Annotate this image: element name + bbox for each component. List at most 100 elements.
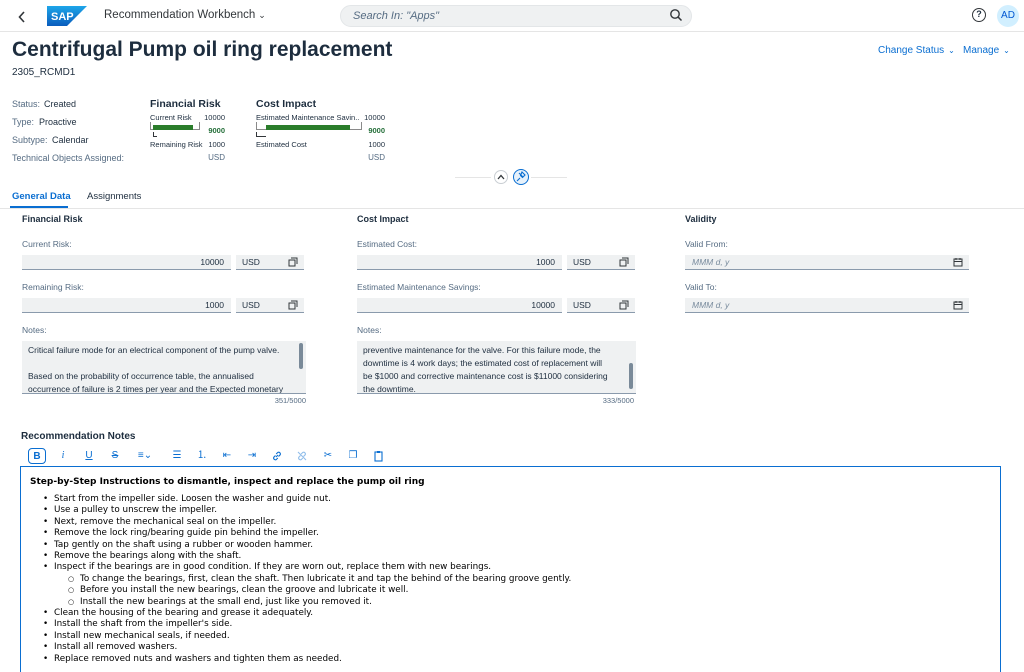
current-risk-field-label: Current Risk: [22, 239, 72, 249]
value-help-icon[interactable] [288, 300, 298, 314]
date-placeholder: MMM d, y [692, 300, 730, 310]
sap-logo: SAP [47, 6, 87, 26]
list-item: To change the bearings, first, clean the… [30, 574, 1000, 586]
value-help-icon[interactable] [619, 257, 629, 271]
status-value: Created [44, 99, 77, 109]
tab-assignments[interactable]: Assignments [87, 191, 141, 202]
manage-label: Manage [963, 45, 1000, 56]
rich-text-editor[interactable]: Step-by-Step Instructions to dismantle, … [20, 466, 1001, 672]
estimated-cost-bar [256, 132, 266, 137]
text-align-icon[interactable]: ≡⌄ [132, 448, 158, 464]
notes-line: be $1000 and corrective maintenance cost… [363, 371, 608, 381]
shell-bar: SAP Recommendation Workbench⌄ ? AD [0, 0, 1024, 32]
current-risk-currency-input[interactable]: USD [236, 255, 304, 270]
validity-section-title: Validity [685, 214, 717, 224]
paste-icon[interactable] [370, 448, 388, 464]
pin-header-button[interactable] [513, 169, 529, 185]
cost-impact-bar-fill [266, 125, 350, 130]
cut-icon[interactable]: ✂ [319, 448, 337, 464]
estimated-savings-max: 10000 [364, 113, 385, 122]
ordered-list-icon[interactable]: ⒈ [193, 448, 211, 464]
avatar[interactable]: AD [997, 5, 1019, 27]
help-icon[interactable]: ? [972, 8, 986, 22]
remaining-risk-bar [153, 132, 157, 137]
notes-line: Critical failure mode for an electrical … [28, 345, 280, 355]
outdent-icon[interactable]: ⇤ [218, 448, 236, 464]
notes-line: Based on the probability of occurrence t… [28, 371, 254, 381]
unlink-icon[interactable] [293, 448, 311, 464]
search-icon[interactable] [669, 8, 683, 25]
back-icon[interactable] [18, 7, 34, 25]
notes-line: downtime is 4 work days; the estimated c… [363, 358, 603, 368]
editor-heading: Step-by-Step Instructions to dismantle, … [30, 477, 425, 487]
value-help-icon[interactable] [288, 257, 298, 271]
manage-button[interactable]: Manage ⌄ [963, 45, 1010, 56]
header-divider-left [455, 177, 491, 178]
financial-currency: USD [208, 153, 225, 162]
current-risk-max: 10000 [204, 113, 225, 122]
search-field[interactable] [340, 5, 692, 27]
list-item: Inspect if the bearings are in good cond… [30, 562, 1000, 574]
list-item: Clean the housing of the bearing and gre… [30, 608, 1000, 620]
calendar-icon[interactable] [953, 300, 963, 314]
estimated-cost-input[interactable]: 1000 [357, 255, 562, 270]
cost-currency: USD [368, 153, 385, 162]
estimated-savings-value: 9000 [368, 126, 385, 135]
current-risk-input[interactable]: 10000 [22, 255, 231, 270]
italic-icon[interactable]: i [54, 448, 72, 464]
type-label: Type: [12, 117, 35, 127]
app-title-menu[interactable]: Recommendation Workbench ⌄ [104, 9, 266, 21]
list-item: Replace removed nuts and washers and tig… [30, 654, 1000, 666]
financial-notes-counter: 351/5000 [274, 396, 306, 405]
cost-impact-section-title: Cost Impact [357, 214, 409, 224]
unordered-list-icon[interactable]: ☰ [168, 448, 186, 464]
savings-currency-input[interactable]: USD [567, 298, 635, 313]
date-placeholder: MMM d, y [692, 257, 730, 267]
bold-icon[interactable]: B [28, 448, 46, 464]
cost-notes-textarea[interactable]: preventive maintenance for the valve. Fo… [357, 341, 636, 394]
strikethrough-icon[interactable]: S [106, 448, 124, 464]
search-input[interactable] [353, 10, 653, 22]
tab-bar: General Data Assignments [0, 187, 1024, 209]
chevron-down-icon: ⌄ [948, 46, 955, 55]
value-help-icon[interactable] [619, 300, 629, 314]
collapse-header-button[interactable] [494, 170, 508, 184]
remaining-risk-input[interactable]: 1000 [22, 298, 231, 313]
pin-icon [516, 171, 526, 182]
currency-value: USD [573, 257, 591, 267]
cost-impact-title: Cost Impact [256, 98, 317, 110]
underline-icon[interactable]: U [80, 448, 98, 464]
currency-value: USD [242, 300, 260, 310]
list-item: Install the new bearings at the small en… [30, 597, 1000, 609]
financial-risk-section-title: Financial Risk [22, 214, 83, 224]
list-item: Tap gently on the shaft using a rubber o… [30, 540, 1000, 552]
valid-from-datepicker[interactable]: MMM d, y [685, 255, 969, 270]
financial-notes-label: Notes: [22, 325, 47, 335]
financial-notes-textarea[interactable]: Critical failure mode for an electrical … [22, 341, 306, 394]
notes-line: preventive maintenance for the valve. Fo… [363, 345, 601, 355]
link-icon[interactable] [268, 448, 286, 464]
valid-to-label: Valid To: [685, 282, 717, 292]
app-title: Recommendation Workbench [104, 9, 256, 21]
header-divider-right [531, 177, 567, 178]
remaining-risk-currency-input[interactable]: USD [236, 298, 304, 313]
change-status-button[interactable]: Change Status ⌄ [878, 45, 955, 56]
calendar-icon[interactable] [953, 257, 963, 271]
estimated-cost-label: Estimated Cost [256, 140, 307, 149]
copy-icon[interactable]: ❐ [344, 448, 362, 464]
notes-scrollbar[interactable] [629, 363, 633, 389]
tab-general-data[interactable]: General Data [12, 191, 71, 202]
notes-line [28, 357, 288, 370]
list-item: Install all removed washers. [30, 642, 1000, 654]
financial-risk-bar-fill [153, 125, 193, 130]
financial-risk-title: Financial Risk [150, 98, 221, 110]
list-item: Before you install the new bearings, cle… [30, 585, 1000, 597]
estimated-cost-currency-input[interactable]: USD [567, 255, 635, 270]
indent-icon[interactable]: ⇥ [243, 448, 261, 464]
valid-to-datepicker[interactable]: MMM d, y [685, 298, 969, 313]
notes-scrollbar[interactable] [299, 343, 303, 369]
current-risk-value: 9000 [208, 126, 225, 135]
recommendation-notes-title: Recommendation Notes [21, 431, 136, 442]
savings-input[interactable]: 10000 [357, 298, 562, 313]
estimated-cost-value: 1000 [368, 140, 385, 149]
